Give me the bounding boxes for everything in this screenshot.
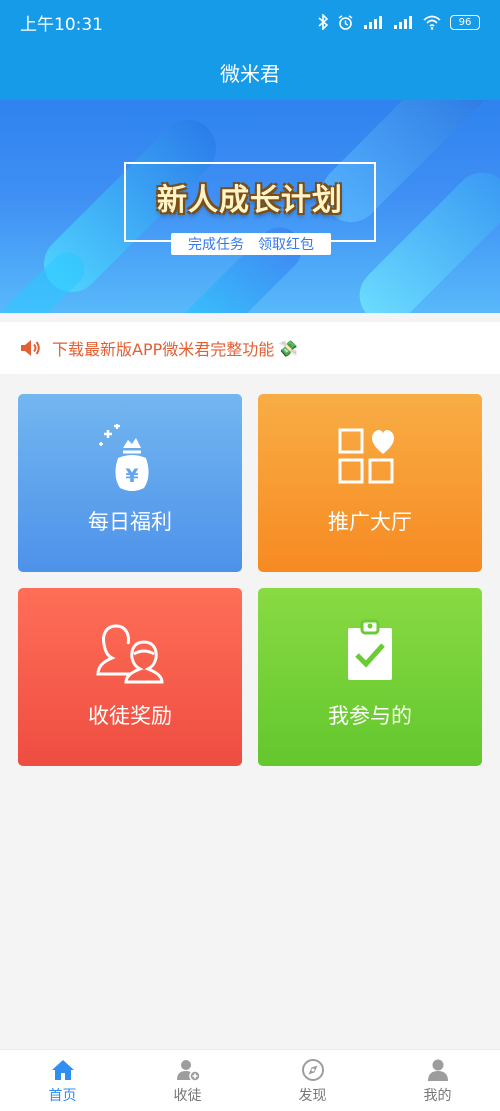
profile-icon: [427, 1059, 448, 1081]
tab-home-label: 首页: [48, 1088, 77, 1104]
apprentice-reward-card[interactable]: 收徒奖励: [18, 588, 242, 766]
app-bar: 微米君: [0, 44, 500, 100]
tab-apprentice[interactable]: 收徒: [125, 1050, 250, 1111]
home-icon: [51, 1060, 74, 1080]
status-icons: 96: [317, 14, 480, 31]
tab-mine-label: 我的: [423, 1088, 452, 1104]
battery-indicator: 96: [450, 14, 480, 30]
tab-discover[interactable]: 发现: [250, 1050, 375, 1111]
tab-home[interactable]: 首页: [0, 1050, 125, 1111]
wifi-icon: [423, 15, 441, 30]
tab-mine[interactable]: 我的: [375, 1050, 500, 1111]
tab-apprentice-label: 收徒: [173, 1088, 202, 1104]
speaker-icon: [21, 340, 40, 356]
signal-icon: [364, 16, 382, 29]
add-user-icon: [176, 1060, 201, 1082]
clipboard-check-icon: [348, 619, 392, 680]
status-time: 上午10:31: [20, 14, 103, 35]
promotion-hall-label: 推广大厅: [328, 510, 412, 534]
banner-tagline: 完成任务 领取红包: [171, 233, 331, 255]
tab-discover-label: 发现: [298, 1088, 327, 1104]
promo-banner[interactable]: 新人成长计划 完成任务 领取红包: [0, 100, 500, 313]
my-participation-card[interactable]: 我参与的: [258, 588, 482, 766]
daily-welfare-label: 每日福利: [88, 510, 172, 534]
notice-bar[interactable]: 下载最新版APP微米君完整功能 💸: [0, 322, 500, 374]
bluetooth-icon: [318, 14, 329, 30]
svg-text:¥: ¥: [125, 465, 138, 487]
signal-icon-2: [394, 16, 412, 29]
users-icon: [96, 624, 164, 684]
compass-icon: [301, 1059, 324, 1081]
page-title: 微米君: [220, 61, 280, 86]
daily-welfare-card[interactable]: ¥ 每日福利: [18, 394, 242, 572]
notice-text: 下载最新版APP微米君完整功能: [52, 340, 275, 359]
apprentice-reward-label: 收徒奖励: [88, 704, 172, 728]
money-icon: 💸: [278, 338, 299, 358]
grid-heart-icon: [338, 428, 394, 484]
alarm-icon: [338, 14, 353, 30]
status-bar: 上午10:31 96: [0, 0, 500, 44]
my-participation-label: 我参与的: [328, 704, 412, 728]
bottom-tab-bar: 首页 收徒 发现 我的: [0, 1049, 500, 1111]
promotion-hall-card[interactable]: 推广大厅: [258, 394, 482, 572]
money-bag-icon: ¥: [99, 424, 149, 491]
banner-title: 新人成长计划: [157, 183, 343, 218]
